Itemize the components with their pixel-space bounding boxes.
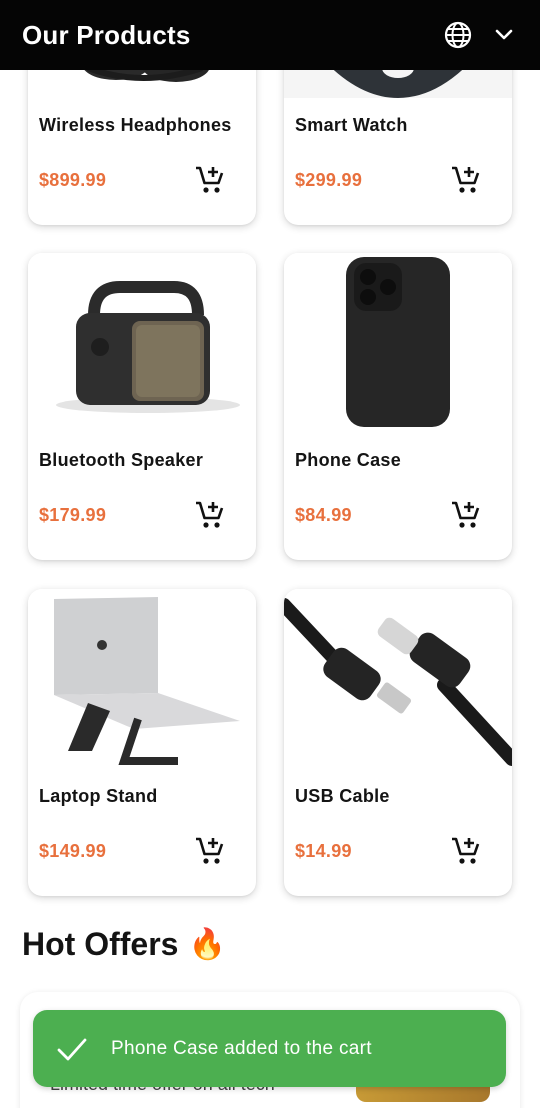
product-price: $149.99 xyxy=(39,841,107,861)
snackbar-message: Phone Case added to the cart xyxy=(111,1037,372,1059)
app-screen: Wireless Headphones $899.99 Smart Watch … xyxy=(0,0,540,1108)
add-to-cart-button[interactable] xyxy=(450,499,482,531)
add-cart-icon xyxy=(196,501,224,528)
add-to-cart-button[interactable] xyxy=(450,164,482,196)
chevron-down-icon xyxy=(495,29,513,40)
page-title: Our Products xyxy=(22,19,191,50)
product-name: Phone Case xyxy=(295,450,402,470)
add-cart-icon xyxy=(196,837,224,864)
app-header: Our Products xyxy=(0,0,540,70)
dropdown-button[interactable] xyxy=(488,19,520,51)
product-card-speaker[interactable]: Bluetooth Speaker $179.99 xyxy=(28,253,256,560)
add-cart-icon xyxy=(196,166,224,193)
product-price: $899.99 xyxy=(39,170,107,190)
product-image-laptop-stand xyxy=(28,589,256,769)
add-to-cart-button[interactable] xyxy=(194,164,226,196)
product-price: $179.99 xyxy=(39,505,107,525)
product-price: $14.99 xyxy=(295,841,352,861)
product-image-speaker xyxy=(28,253,256,433)
add-cart-icon xyxy=(452,501,480,528)
add-to-cart-button[interactable] xyxy=(194,499,226,531)
product-image-usb-cable xyxy=(284,589,512,769)
fire-icon: 🔥 xyxy=(188,928,226,961)
add-cart-icon xyxy=(452,837,480,864)
product-name: USB Cable xyxy=(295,786,390,806)
product-card-laptop-stand[interactable]: Laptop Stand $149.99 xyxy=(28,589,256,896)
snackbar: Phone Case added to the cart xyxy=(33,1010,506,1087)
globe-icon xyxy=(444,21,472,49)
product-price: $84.99 xyxy=(295,505,352,525)
header-actions xyxy=(442,19,520,51)
product-name: Bluetooth Speaker xyxy=(39,450,204,470)
hot-offers-heading: Hot Offers 🔥 xyxy=(22,926,226,963)
hot-offers-title: Hot Offers xyxy=(22,926,179,962)
add-to-cart-button[interactable] xyxy=(450,835,482,867)
product-name: Wireless Headphones xyxy=(39,115,232,135)
product-price: $299.99 xyxy=(295,170,363,190)
language-button[interactable] xyxy=(442,19,474,51)
product-card-phone-case[interactable]: Phone Case $84.99 xyxy=(284,253,512,560)
check-icon xyxy=(57,1038,87,1060)
product-name: Laptop Stand xyxy=(39,786,158,806)
add-to-cart-button[interactable] xyxy=(194,835,226,867)
product-name: Smart Watch xyxy=(295,115,408,135)
product-image-phone-case xyxy=(284,253,512,433)
product-card-usb-cable[interactable]: USB Cable $14.99 xyxy=(284,589,512,896)
add-cart-icon xyxy=(452,166,480,193)
